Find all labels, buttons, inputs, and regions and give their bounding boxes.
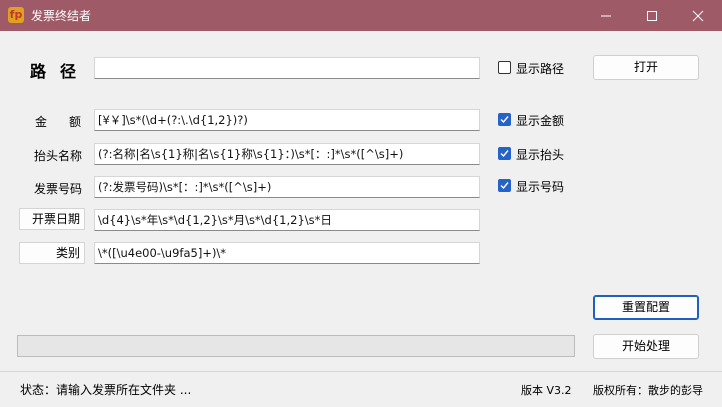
status-bar: 状态：请输入发票所在文件夹 ... 版本 V3.2 版权所有：散步的彭导: [0, 371, 722, 407]
window-title: 发票终结者: [31, 9, 92, 23]
reset-config-button[interactable]: 重置配置: [593, 295, 699, 320]
title-bar[interactable]: fp 发票终结者: [0, 0, 722, 31]
close-icon: [692, 10, 704, 22]
show-header-label: 显示抬头: [516, 148, 565, 162]
category-regex-input[interactable]: \*([\u4e00-\u9fa5]+)\*: [94, 242, 480, 264]
show-path-label: 显示路径: [516, 62, 565, 76]
show-amount-label: 显示金额: [516, 114, 565, 128]
minimize-icon: [601, 15, 611, 17]
check-icon: [500, 150, 509, 158]
checkbox-box[interactable]: [498, 147, 511, 160]
invoice-date-regex-input[interactable]: \d{4}\s*年\s*\d{1,2}\s*月\s*\d{1,2}\s*日: [94, 209, 480, 231]
path-label: 路径: [30, 62, 91, 81]
amount-label: 金额: [35, 115, 104, 129]
checkbox-box[interactable]: [498, 113, 511, 126]
maximize-icon: [647, 11, 657, 21]
start-process-button[interactable]: 开始处理: [593, 334, 699, 359]
path-input[interactable]: [94, 57, 480, 79]
invoice-date-button[interactable]: 开票日期: [19, 208, 85, 230]
minimize-button[interactable]: [583, 0, 629, 31]
header-name-label: 抬头名称: [34, 149, 83, 163]
progress-bar: [17, 335, 575, 357]
checkbox-box[interactable]: [498, 61, 511, 74]
invoice-number-regex-input[interactable]: (?:发票号码)\s*[：:]*\s*([^\s]+): [94, 176, 480, 198]
version-label: 版本 V3.2: [521, 384, 572, 397]
invoice-number-label: 发票号码: [34, 182, 83, 196]
category-button[interactable]: 类别: [19, 242, 85, 264]
check-icon: [500, 182, 509, 190]
header-regex-input[interactable]: (?:名称|名\s{1}称|名\s{1}称\s{1}：)\s*[：:]*\s*(…: [94, 143, 480, 165]
status-text: 状态：请输入发票所在文件夹 ...: [20, 383, 192, 397]
maximize-button[interactable]: [629, 0, 675, 31]
app-icon: fp: [8, 7, 24, 23]
amount-regex-input[interactable]: [¥￥]\s*(\d+(?:\.\d{1,2})?): [94, 109, 480, 131]
show-number-label: 显示号码: [516, 180, 565, 194]
checkbox-box[interactable]: [498, 179, 511, 192]
close-button[interactable]: [675, 0, 721, 31]
open-button[interactable]: 打开: [593, 55, 699, 80]
check-icon: [500, 116, 509, 124]
copyright-label: 版权所有：散步的彭导: [593, 384, 703, 397]
